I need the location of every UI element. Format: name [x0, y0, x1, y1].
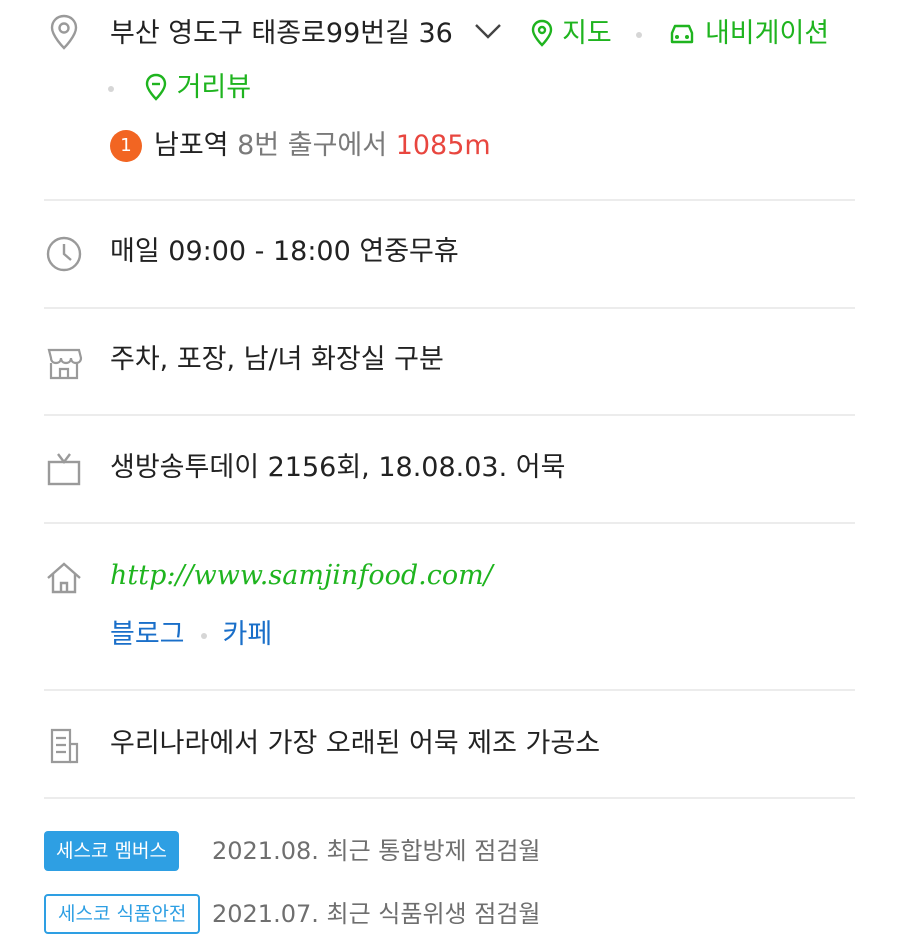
map-label: 지도 — [562, 18, 612, 49]
cesco-foodsafety-tag[interactable]: 세스코 식품안전 — [44, 894, 201, 934]
subway-distance: 1085m — [395, 130, 491, 161]
divider — [44, 307, 855, 309]
store-icon — [44, 342, 84, 382]
subway-line-badge: 1 — [110, 130, 142, 162]
separator-dot — [200, 632, 207, 639]
document-icon — [44, 726, 84, 766]
divider — [44, 522, 855, 524]
amenities-text: 주차, 포장, 남/녀 화장실 구분 — [110, 344, 444, 375]
streetview-pin-icon — [145, 73, 166, 101]
description-text: 우리나라에서 가장 오래된 어묵 제조 가공소 — [110, 728, 601, 759]
map-link[interactable]: 지도 — [530, 18, 620, 49]
blog-link[interactable]: 블로그 — [110, 619, 185, 650]
tv-text: 생방송투데이 2156회, 18.08.03. 어묵 — [110, 452, 566, 483]
hours-text: 매일 09:00 - 18:00 연중무휴 — [110, 236, 459, 267]
cesco-members-text: 2021.08. 최근 통합방제 점검월 — [212, 837, 541, 865]
subway-exit: 8번 출구에서 — [237, 130, 388, 161]
navigation-link[interactable]: 내비게이션 — [658, 18, 829, 49]
address-text: 부산 영도구 태종로99번길 36 — [110, 18, 453, 49]
chevron-down-icon — [475, 24, 502, 39]
home-icon — [44, 558, 84, 598]
location-pin-icon — [44, 12, 84, 52]
cesco-foodsafety-text: 2021.07. 최근 식품위생 점검월 — [212, 900, 541, 928]
divider — [44, 689, 855, 691]
sns-links: 블로그 카페 — [110, 617, 272, 653]
car-icon — [670, 24, 694, 44]
navigation-label: 내비게이션 — [704, 18, 830, 49]
streetview-link[interactable]: 거리뷰 — [134, 72, 251, 103]
tv-icon — [44, 450, 84, 490]
streetview-label: 거리뷰 — [176, 72, 252, 103]
place-info-panel: 부산 영도구 태종로99번길 36 지도 내비게이션 거리뷰 1 남포역 8번 출… — [0, 0, 900, 940]
cafe-link[interactable]: 카페 — [223, 619, 273, 650]
streetview-line: 거리뷰 — [108, 70, 251, 106]
separator-dot — [108, 85, 114, 92]
address-line: 부산 영도구 태종로99번길 36 지도 내비게이션 — [110, 14, 829, 52]
separator-dot — [636, 31, 643, 38]
map-pin-icon — [531, 19, 553, 47]
divider — [44, 414, 855, 416]
subway-station: 남포역 — [154, 130, 229, 161]
divider — [44, 797, 855, 799]
homepage-link[interactable]: http://www.samjinfood.com/ — [110, 558, 493, 594]
divider — [44, 199, 855, 201]
address-expand-button[interactable] — [473, 14, 503, 50]
cesco-members-tag[interactable]: 세스코 멤버스 — [44, 831, 179, 871]
clock-icon — [44, 234, 84, 274]
subway-info: 1 남포역 8번 출구에서 1085m — [110, 128, 491, 164]
